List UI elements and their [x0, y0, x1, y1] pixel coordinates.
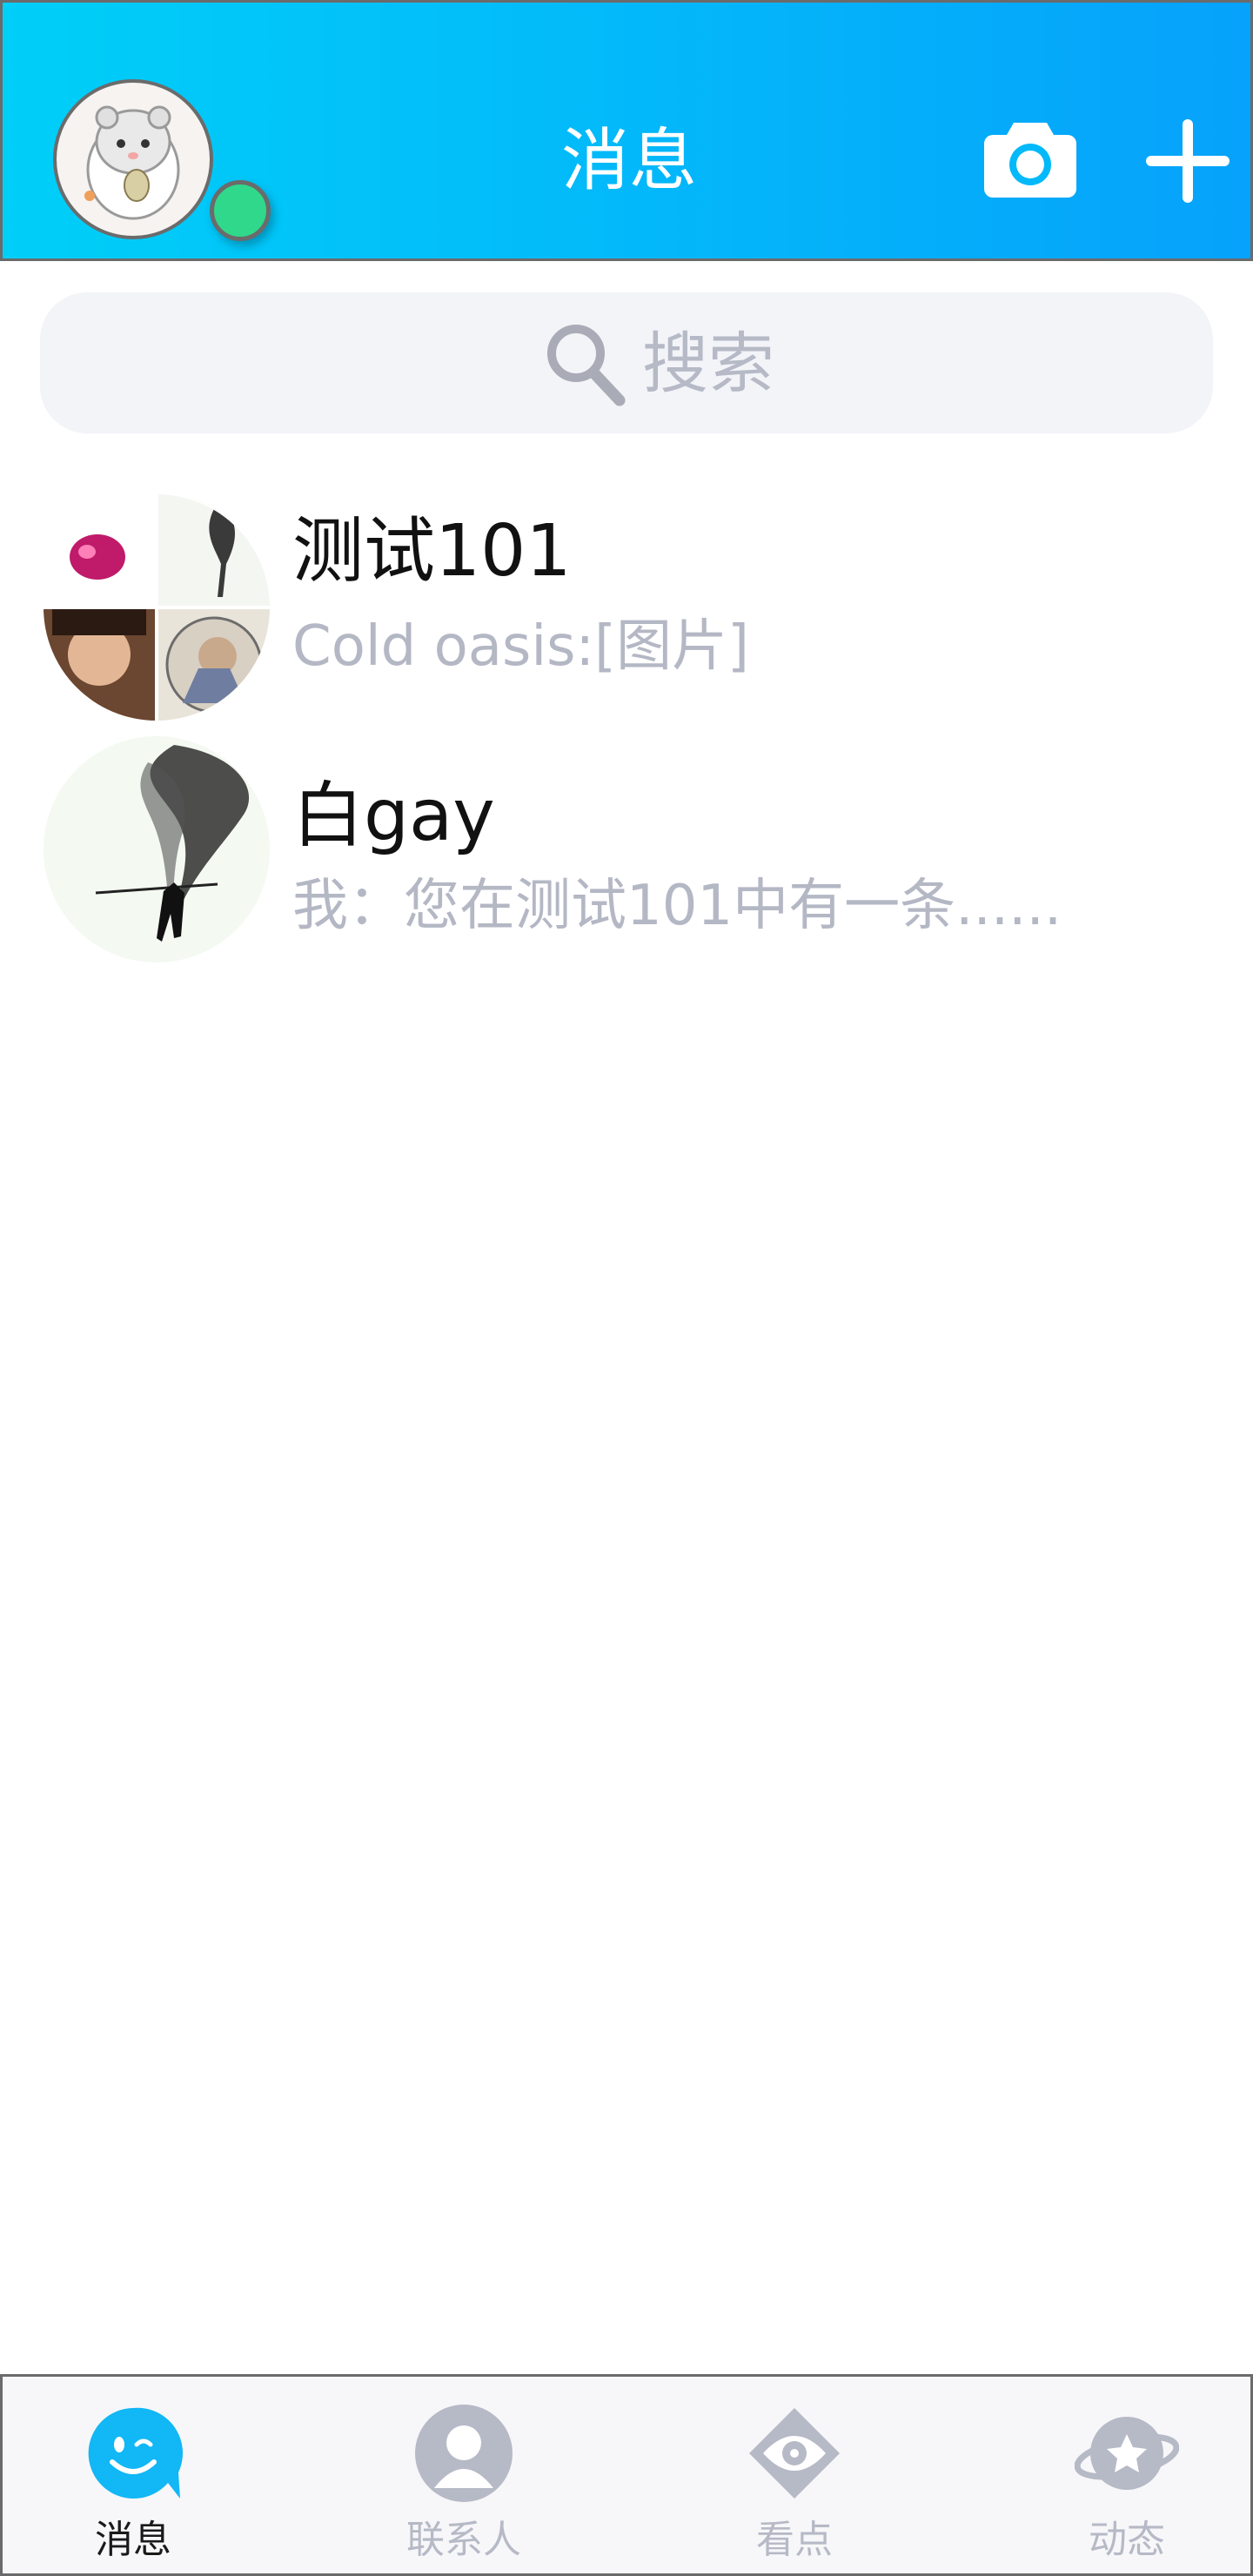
conversation-preview: 我：您在测试101中有一条......	[292, 874, 1062, 938]
chat-bubble-icon	[88, 2407, 183, 2499]
camera-icon[interactable]	[984, 117, 1076, 198]
conversation-name: 白gay	[292, 775, 495, 857]
search-bar[interactable]: 搜索	[40, 292, 1213, 433]
tab-contacts[interactable]: 联系人	[333, 2377, 594, 2573]
conversation-name: 测试101	[292, 510, 572, 593]
search-placeholder: 搜索	[642, 325, 774, 402]
conversation-item-2[interactable]: 白gay 我：您在测试101中有一条......	[0, 731, 1253, 983]
tab-label: 看点	[756, 2518, 833, 2562]
tab-highlights[interactable]: 看点	[664, 2377, 925, 2573]
conversation-item-1[interactable]: 测试101 Cold oasis:[图片]	[0, 487, 1253, 740]
contact-person-icon	[415, 2405, 513, 2502]
tab-label: 联系人	[406, 2518, 521, 2562]
tab-feed[interactable]: 动态	[996, 2377, 1253, 2573]
plus-icon[interactable]	[1142, 116, 1233, 206]
eye-icon	[749, 2408, 840, 2499]
tab-label: 动态	[1089, 2518, 1165, 2562]
tab-label: 消息	[95, 2518, 171, 2562]
conversation-preview: Cold oasis:[图片]	[292, 614, 749, 679]
top-app-bar: 消息	[0, 0, 1253, 261]
group-collage-avatar	[44, 494, 270, 721]
bottom-tab-bar: 消息 联系人 看点 动态	[0, 2374, 1253, 2576]
planet-star-icon	[1075, 2417, 1179, 2490]
search-icon	[547, 325, 626, 406]
tab-messages[interactable]: 消息	[3, 2377, 264, 2573]
ink-warrior-avatar	[44, 736, 270, 963]
